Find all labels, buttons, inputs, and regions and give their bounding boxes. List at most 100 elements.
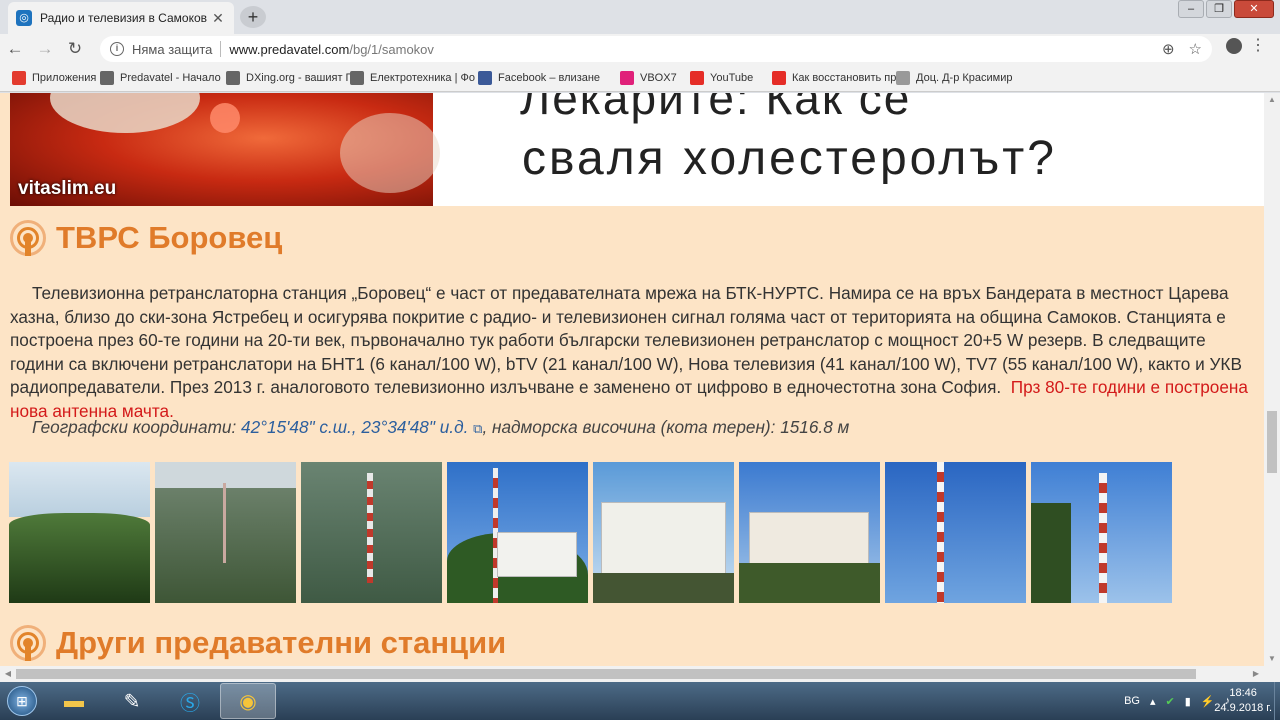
ad-headline-line2: сваля холестеролът? — [522, 132, 1057, 185]
vertical-scroll-thumb[interactable] — [1267, 411, 1277, 473]
minimize-button[interactable]: – — [1178, 0, 1204, 18]
start-button[interactable]: ⊞ — [0, 682, 44, 720]
bookmark-item[interactable]: VBOX7 — [620, 70, 690, 85]
close-window-button[interactable]: ✕ — [1234, 0, 1274, 18]
tray-app-icon[interactable]: ✔ — [1166, 695, 1175, 708]
window-controls: – ❐ ✕ — [1178, 0, 1274, 18]
section-title: Други предавателни станции — [56, 625, 507, 660]
bookmark-item[interactable]: Facebook – влизане — [478, 70, 620, 85]
ad-banner[interactable]: vitaslim.eu Лекарите: Как се сваля холес… — [10, 93, 1264, 206]
url-path[interactable]: /bg/1/samokov — [349, 42, 434, 57]
menu-icon[interactable]: ⋮ — [1250, 36, 1266, 56]
horizontal-scrollbar[interactable]: ◀ ▶ — [0, 666, 1280, 682]
bookmark-label: YouTube — [710, 71, 754, 84]
coords-suffix: , надморска височина (кота терен): 1516.… — [482, 417, 850, 437]
bookmark-label: Как восстановить пр — [792, 71, 896, 84]
scroll-up-icon[interactable]: ▲ — [1264, 93, 1280, 107]
gallery-photo[interactable] — [301, 462, 442, 603]
ad-brand: vitaslim.eu — [18, 178, 117, 199]
page-viewport: vitaslim.eu Лекарите: Как се сваля холес… — [0, 93, 1264, 666]
predavatel-favicon-icon: ◎ — [16, 10, 32, 26]
section-heading-other-stations: Други предавателни станции — [10, 625, 506, 661]
profile-icon[interactable] — [1226, 38, 1242, 54]
bookmark-icon — [620, 70, 634, 85]
skype-taskbar-icon[interactable]: Ⓢ — [162, 683, 218, 719]
bookmark-icon — [478, 70, 492, 85]
bookmarks-bar: Приложения Predavatel - Начало DXing.org -… — [0, 64, 1280, 92]
bookmark-label: Доц. Д-р Красимир — [916, 71, 1013, 84]
reload-icon[interactable]: ↻ — [60, 35, 90, 63]
star-icon[interactable]: ☆ — [1189, 40, 1202, 58]
tab-title: Радио и телевизия в Самоков – — [40, 11, 210, 25]
power-icon[interactable]: ⚡ — [1201, 695, 1215, 708]
clock-time: 18:46 — [1229, 687, 1257, 699]
bookmark-item[interactable]: Приложения — [12, 70, 100, 85]
scroll-right-icon[interactable]: ▶ — [1248, 666, 1264, 682]
bookmark-item[interactable]: Електротехника | Фо — [350, 70, 478, 85]
zoom-icon[interactable]: ⊕ — [1162, 40, 1175, 58]
clock-date: 24.9.2018 г. — [1214, 702, 1272, 714]
gallery-photo[interactable] — [885, 462, 1026, 603]
bookmark-item[interactable]: Как восстановить пр — [772, 70, 896, 85]
gallery-photo[interactable] — [739, 462, 880, 603]
antenna-icon — [10, 220, 46, 256]
windows-logo-icon: ⊞ — [7, 686, 37, 716]
gallery-photo[interactable] — [1031, 462, 1172, 603]
ad-image[interactable]: vitaslim.eu — [10, 93, 440, 206]
gallery-photo[interactable] — [593, 462, 734, 603]
network-icon[interactable]: ▮ — [1185, 695, 1191, 708]
bookmark-label: VBOX7 — [640, 71, 677, 84]
bookmark-icon — [350, 70, 364, 85]
language-indicator[interactable]: BG — [1124, 695, 1140, 707]
bookmark-item[interactable]: DXing.org - вашият Г — [226, 70, 350, 85]
browser-toolbar: ← → ↻ i Няма защита www.predavatel.com/b… — [0, 34, 1280, 64]
maximize-button[interactable]: ❐ — [1206, 0, 1232, 18]
info-icon[interactable]: i — [110, 42, 124, 56]
tray-chevron-icon[interactable]: ▴ — [1150, 695, 1156, 708]
chrome-taskbar-icon[interactable]: ◉ — [220, 683, 276, 719]
paint-taskbar-icon[interactable]: ✎ — [104, 683, 160, 719]
gallery-photo[interactable] — [9, 462, 150, 603]
coords-prefix: Географски координати: — [32, 417, 237, 437]
vertical-scrollbar[interactable]: ▲ ▼ — [1264, 93, 1280, 666]
bookmark-item[interactable]: Доц. Д-р Красимир — [896, 70, 1026, 85]
bookmark-item[interactable]: YouTube — [690, 70, 772, 85]
page-title: ТВРС Боровец — [56, 220, 283, 255]
scroll-left-icon[interactable]: ◀ — [0, 666, 16, 682]
show-desktop-button[interactable] — [1274, 682, 1280, 720]
browser-tab[interactable]: ◎ Радио и телевизия в Самоков – ✕ — [8, 2, 234, 34]
bookmark-icon — [100, 70, 114, 85]
ad-headline-line1: Лекарите: Как се — [520, 93, 912, 124]
bookmark-icon — [896, 70, 910, 85]
coordinates-line: Географски координати: 42°15'48" с.ш., 2… — [32, 417, 849, 438]
bookmark-label: Електротехника | Фо — [370, 71, 475, 84]
explorer-taskbar-icon[interactable]: ▬ — [46, 683, 102, 719]
bookmark-label: Facebook – влизане — [498, 71, 601, 84]
new-tab-button[interactable]: + — [240, 6, 266, 28]
horizontal-scroll-thumb[interactable] — [16, 669, 1196, 679]
gallery-photo[interactable] — [155, 462, 296, 603]
bookmark-label: Приложения — [32, 71, 97, 84]
windows-taskbar: ⊞ ▬ ✎ Ⓢ ◉ BG ▴ ✔ ▮ ⚡ ♪ 18:46 24.9.2018 г… — [0, 682, 1280, 720]
bookmark-icon — [226, 70, 240, 85]
back-icon[interactable]: ← — [0, 35, 30, 63]
url-host[interactable]: www.predavatel.com — [229, 42, 349, 57]
bookmark-label: DXing.org - вашият Г — [246, 71, 350, 84]
omnibox-separator — [220, 41, 222, 57]
scroll-down-icon[interactable]: ▼ — [1264, 652, 1280, 666]
bookmark-icon — [12, 70, 26, 85]
tab-close-icon[interactable]: ✕ — [210, 10, 226, 26]
system-clock[interactable]: 18:46 24.9.2018 г. — [1214, 686, 1272, 716]
bookmark-item[interactable]: Predavatel - Начало — [100, 70, 226, 85]
photo-gallery — [9, 462, 1172, 603]
bookmark-icon — [690, 70, 704, 85]
forward-icon[interactable]: → — [30, 35, 60, 63]
address-bar[interactable]: i Няма защита www.predavatel.com/bg/1/sa… — [100, 36, 1212, 62]
section-heading-borovets: ТВРС Боровец — [10, 220, 282, 256]
omnibox-actions: ⊕ ☆ — [1162, 40, 1202, 58]
bookmark-icon — [772, 70, 786, 85]
antenna-icon — [10, 625, 46, 661]
gallery-photo[interactable] — [447, 462, 588, 603]
coords-link[interactable]: 42°15'48" с.ш., 23°34'48" и.д. — [241, 417, 468, 437]
security-label[interactable]: Няма защита — [132, 42, 212, 57]
